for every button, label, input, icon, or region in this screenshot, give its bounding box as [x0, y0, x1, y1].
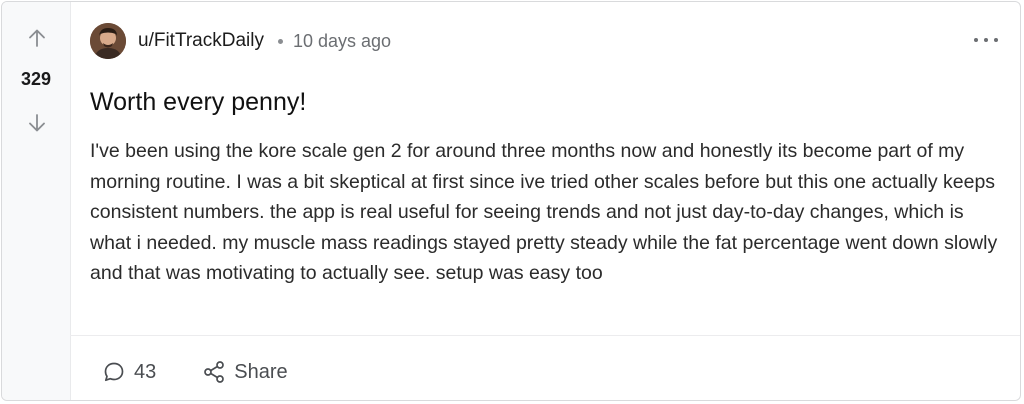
post-meta: u/FitTrackDaily 10 days ago [90, 23, 391, 59]
post-title: Worth every penny! [90, 88, 307, 116]
share-button[interactable]: Share [202, 360, 288, 384]
more-options-button[interactable] [974, 30, 998, 50]
post-card: 329 u/FitTrackDaily 10 days ago Worth ev… [1, 1, 1021, 401]
comments-button[interactable]: 43 [102, 360, 156, 384]
share-label: Share [234, 360, 288, 383]
upvote-button[interactable] [26, 27, 48, 49]
downvote-button[interactable] [26, 112, 48, 134]
divider [70, 335, 1020, 336]
meta-separator [277, 38, 283, 44]
post-content: u/FitTrackDaily 10 days ago Worth every … [70, 2, 1020, 400]
post-timestamp: 10 days ago [292, 30, 392, 51]
arrow-up-icon [29, 29, 45, 47]
arrow-down-icon [29, 114, 45, 132]
comment-bubble-icon [104, 362, 124, 382]
more-horizontal-icon [994, 38, 998, 42]
avatar-image [90, 23, 126, 59]
vote-score: 329 [20, 69, 52, 89]
avatar[interactable] [90, 23, 126, 59]
comments-count: 43 [134, 360, 157, 383]
share-nodes-icon [204, 361, 225, 383]
post-body: I've been using the kore scale gen 2 for… [90, 140, 998, 285]
post-actions: 43 Share [102, 354, 288, 390]
author-username[interactable]: u/FitTrackDaily [138, 30, 264, 52]
more-horizontal-icon [984, 38, 988, 42]
vote-column: 329 [2, 2, 71, 400]
more-horizontal-icon [974, 38, 978, 42]
